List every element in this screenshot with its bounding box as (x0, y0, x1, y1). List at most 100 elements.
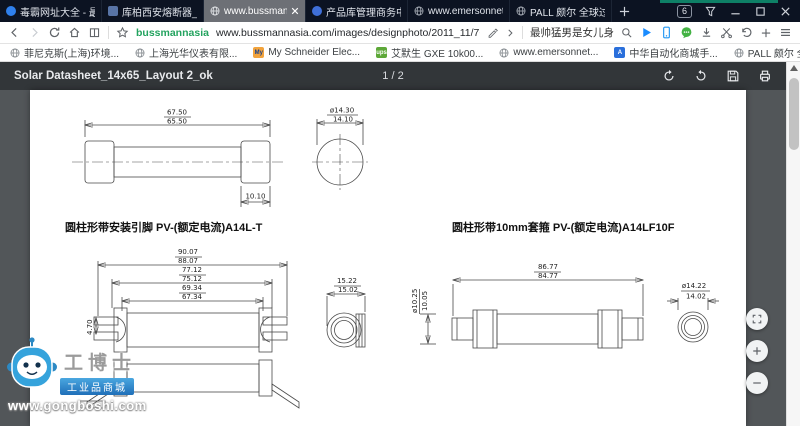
rotate-cw-button[interactable] (694, 69, 708, 83)
bookmark-china-automation[interactable]: A 中华自动化商城手... (614, 45, 717, 60)
chat-bubble-icon (680, 26, 693, 39)
zoom-in-button[interactable] (746, 340, 768, 362)
plus-icon (619, 6, 630, 17)
tab-baidu-search[interactable]: 库柏西安熔断器_百度搜索 (102, 0, 204, 22)
search-suggestion-text[interactable]: 最帅猛男是女儿身 (530, 25, 614, 40)
robot-logo-icon (6, 336, 58, 394)
dim-ferrule-dia-max: ø14.22 (682, 282, 706, 290)
vertical-scrollbar[interactable] (786, 62, 800, 426)
browser-window: 毒霸网址大全 - 最安全实... 库柏西安熔断器_百度搜索 www.bussma… (0, 0, 800, 426)
scrollbar-thumb[interactable] (789, 78, 799, 150)
pdf-toolbar: 1 / 2 Solar Datasheet_14x65_Layout 2_ok (0, 62, 786, 90)
restore-session-button[interactable] (740, 26, 753, 39)
pdf-actions (662, 69, 772, 83)
forward-button[interactable] (28, 26, 41, 39)
bookmark-schneider[interactable]: My My Schneider Elec... (253, 47, 360, 58)
pen-icon (487, 27, 498, 38)
bookmark-label: PALL 颇尔 全球过滤... (748, 45, 800, 60)
ups-favicon: ups (376, 47, 387, 58)
dim-top-length-max: 67.50 (167, 109, 187, 117)
minimize-button[interactable] (728, 4, 742, 18)
globe-icon (135, 48, 145, 58)
mobile-sync-button[interactable] (660, 26, 673, 39)
download-button[interactable] (700, 26, 713, 39)
play-icon (640, 26, 653, 39)
dim-top-dia-max: ø14.30 (330, 107, 354, 115)
my-schneider-favicon: My (253, 47, 264, 58)
triangle-up-icon (790, 65, 798, 71)
add-button[interactable] (760, 27, 772, 39)
rotate-ccw-button[interactable] (662, 69, 676, 83)
tab-funnel-button[interactable] (703, 4, 717, 18)
search-button[interactable] (621, 27, 633, 39)
window-controls: 6 (677, 0, 800, 22)
screenshot-button[interactable] (720, 26, 733, 39)
dim-top-length-min: 65.50 (167, 118, 187, 126)
dim-left-mid-min: 75.12 (182, 275, 202, 283)
tab-title: www.emersonnetworkp... (428, 6, 503, 17)
chevron-right-icon (505, 28, 515, 38)
bookmark-label: 上海光华仪表有限... (149, 45, 237, 60)
menu-button[interactable] (779, 26, 792, 39)
dim-top-cap-width: 10.10 (245, 193, 265, 201)
bookmark-emersonnet[interactable]: www.emersonnet... (499, 47, 598, 58)
top-fuse-end-view: ø14.30 14.10 (312, 107, 368, 191)
divider (108, 26, 109, 39)
dim-left-overall-min: 88.07 (178, 257, 198, 265)
home-button[interactable] (68, 26, 81, 39)
url-text[interactable]: www.bussmannasia.com/images/designphoto/… (216, 27, 480, 39)
bookmark-shanghai-guanghua[interactable]: 上海光华仪表有限... (135, 45, 237, 60)
close-icon (780, 6, 791, 17)
bookmark-pall[interactable]: PALL 颇尔 全球过滤... (734, 45, 800, 60)
expand-chevron-button[interactable] (505, 28, 515, 38)
bookmark-phoenix[interactable]: 菲尼克斯(上海)环境... (10, 45, 119, 60)
tab-title: www.bussmannasia.co... (224, 6, 287, 17)
bookmark-star-button[interactable] (116, 26, 129, 39)
close-tab-icon[interactable] (291, 7, 299, 15)
zoom-out-button[interactable] (746, 372, 768, 394)
caption-left: 圆柱形带安装引脚 PV-(额定电流)A14L-T (65, 220, 263, 234)
watermark-site-url: www.gongboshi.com (8, 398, 147, 413)
tab-bussmannasia-active[interactable]: www.bussmannasia.co... (204, 0, 306, 22)
right-fuse-with-ferrules: 15.22 15.02 ø10.25 10.05 (327, 263, 719, 348)
tab-product-center[interactable]: 产品库管理商务中心 【工... (306, 0, 408, 22)
print-button[interactable] (758, 69, 772, 83)
tab-duba[interactable]: 毒霸网址大全 - 最安全实... (0, 0, 102, 22)
bookmark-emerson-gxe[interactable]: ups 艾默生 GXE 10k00... (376, 45, 483, 60)
tab-pall[interactable]: PALL 颇尔 全球过滤专家 (510, 0, 612, 22)
top-fuse-side-view: 67.50 65.50 10.10 (72, 109, 283, 208)
tab-emerson[interactable]: www.emersonnetworkp... (408, 0, 510, 22)
reading-mode-button[interactable] (88, 26, 101, 39)
fit-to-page-button[interactable] (746, 308, 768, 330)
tab-bar: 毒霸网址大全 - 最安全实... 库柏西安熔断器_百度搜索 www.bussma… (0, 0, 800, 22)
tab-count-badge[interactable]: 6 (677, 5, 692, 18)
close-window-button[interactable] (778, 4, 792, 18)
watermark-brand: 工博士 (64, 348, 136, 375)
funnel-icon (705, 6, 716, 17)
globe-icon (10, 48, 20, 58)
dim-ferrule-dia-min: 14.02 (686, 293, 706, 301)
annotate-button[interactable] (487, 27, 498, 38)
scroll-up-button[interactable] (787, 62, 800, 71)
duba-favicon (6, 6, 16, 16)
maximize-button[interactable] (753, 4, 767, 18)
bookmark-label: 菲尼克斯(上海)环境... (24, 45, 119, 60)
dim-left-lead-offset: 4.70 (86, 319, 94, 335)
dim-top-dia-min: 14.10 (333, 116, 353, 124)
back-button[interactable] (8, 26, 21, 39)
dim-clip-width-min: 15.02 (338, 286, 358, 294)
video-assistant-button[interactable] (640, 26, 653, 39)
baidu-favicon (108, 6, 118, 16)
dim-body-dia-min: 10.05 (421, 291, 429, 311)
refresh-button[interactable] (48, 26, 61, 39)
globe-icon (414, 6, 424, 16)
save-button[interactable] (726, 69, 740, 83)
home-icon (68, 26, 81, 39)
pdf-viewport[interactable]: 67.50 65.50 10.10 ø14.30 (0, 90, 786, 426)
new-tab-button[interactable] (612, 0, 636, 22)
site-highlight[interactable]: bussmannasia (136, 27, 209, 39)
tab-title: 产品库管理商务中心 【工... (326, 4, 401, 19)
bookmarks-bar: 菲尼克斯(上海)环境... 上海光华仪表有限... My My Schneide… (0, 44, 800, 62)
theme-accent-strip (660, 0, 778, 3)
messages-button[interactable] (680, 26, 693, 39)
